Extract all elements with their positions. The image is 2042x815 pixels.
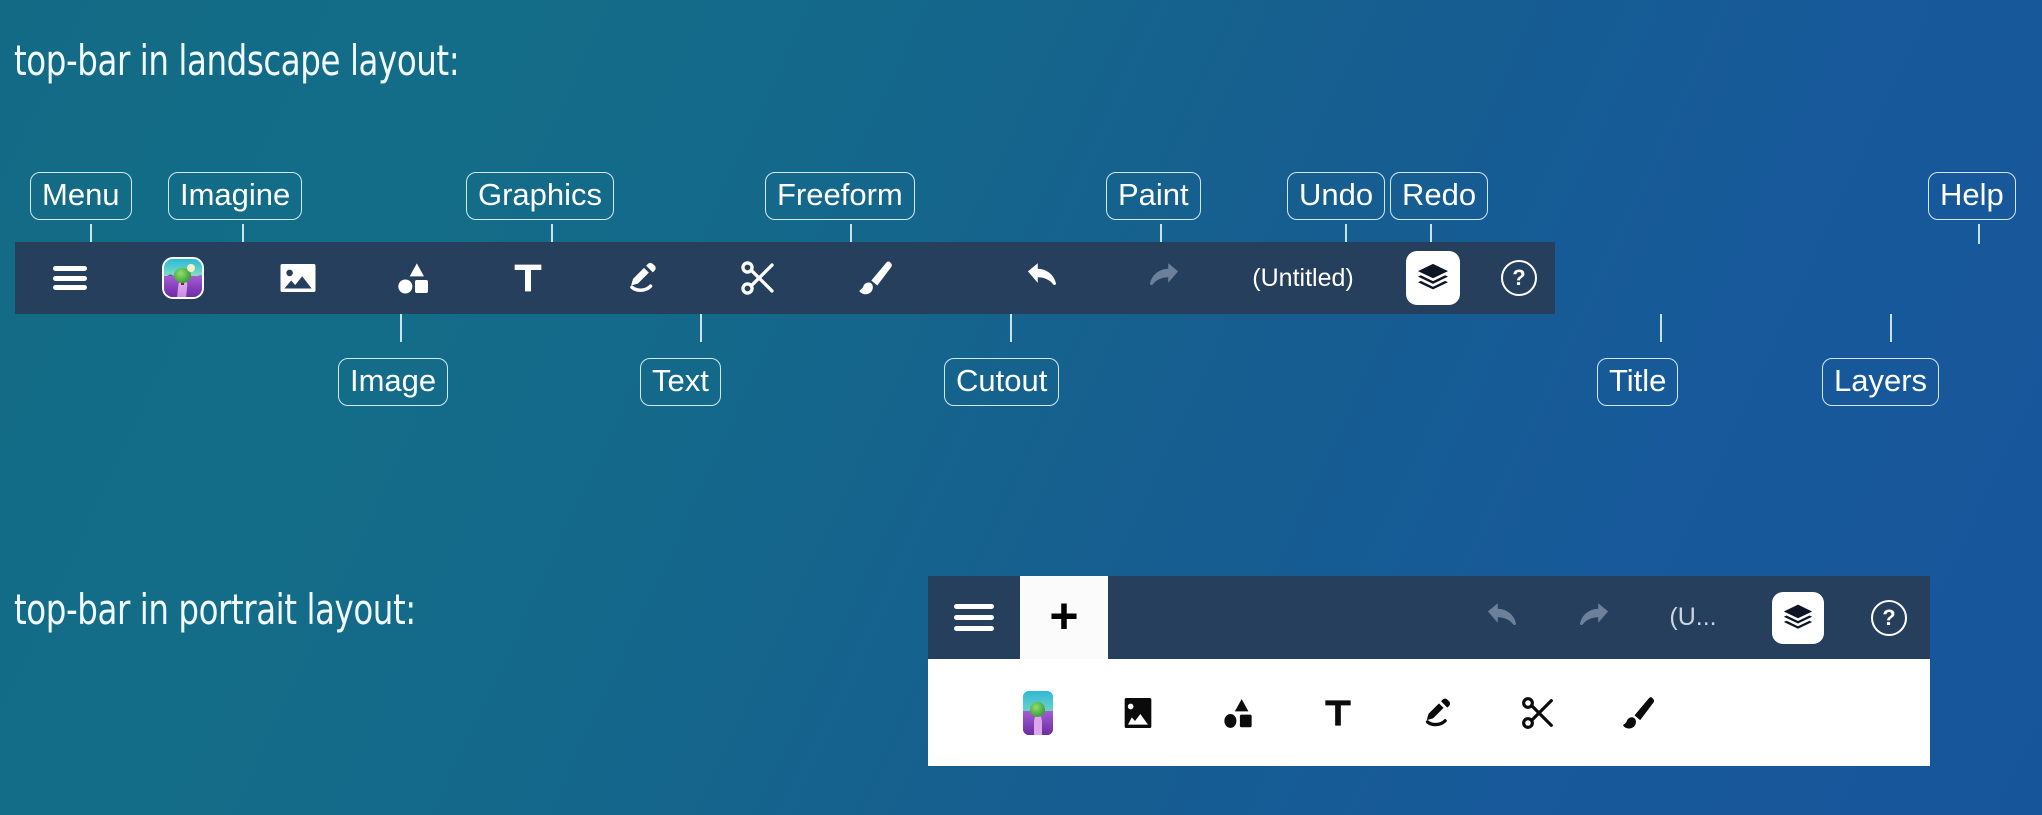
portrait-text-button[interactable] [1288,694,1388,732]
imagine-button[interactable] [125,242,240,314]
portrait-redo-button[interactable] [1548,597,1638,639]
callout-help: Help [1928,172,2016,220]
callout-paint: Paint [1106,172,1201,220]
document-title: (Untitled) [1252,263,1354,292]
layers-stack-icon [1783,604,1813,629]
text-tool-icon [514,264,541,292]
pen-freeform-icon [1425,698,1451,726]
landscape-top-bar: (Untitled) ? [15,242,1555,314]
scissors-cutout-icon [740,261,774,295]
leader-text [700,314,702,342]
redo-button[interactable] [1103,242,1223,314]
help-question-icon: ? [1501,260,1538,296]
undo-arrow-icon [1027,263,1056,286]
leader-layers [1890,314,1892,342]
leader-title [1660,314,1662,342]
portrait-undo-button[interactable] [1458,597,1548,639]
landscape-section-heading: top-bar in landscape layout: [14,36,460,85]
leader-imagine [242,224,244,244]
hamburger-menu-icon [954,604,994,631]
leader-menu [90,224,92,244]
imagine-thumbnail-icon [161,257,204,299]
paint-button[interactable] [815,242,935,314]
document-title-area: (Untitled) [1252,242,1353,314]
portrait-menu-button[interactable] [928,576,1020,659]
callout-title: Title [1597,358,1679,406]
freeform-button[interactable] [585,242,700,314]
layers-button[interactable] [1383,242,1483,314]
callout-text: Text [640,358,721,406]
leader-freeform [850,224,852,244]
help-question-mark: ? [1882,604,1896,630]
callout-redo: Redo [1390,172,1489,220]
hamburger-menu-icon [53,266,87,290]
callout-graphics: Graphics [466,172,615,220]
shapes-graphics-icon [397,263,428,294]
text-tool-icon [1325,699,1351,726]
shapes-graphics-icon [1224,698,1252,728]
layers-stack-icon [1418,263,1449,290]
leader-graphics [551,224,553,244]
plus-add-icon: + [1049,587,1079,644]
portrait-layers-button[interactable] [1748,591,1848,644]
portrait-freeform-button[interactable] [1388,694,1488,732]
graphics-button[interactable] [355,242,470,314]
portrait-top-row: + (U... ? [928,576,1930,659]
callout-freeform: Freeform [765,172,915,220]
text-button[interactable] [470,242,585,314]
help-question-mark: ? [1512,265,1526,290]
image-button[interactable] [240,242,355,314]
callout-layers: Layers [1822,358,1940,406]
paint-brush-icon [859,261,892,295]
scissors-cutout-icon [1522,696,1553,729]
leader-redo [1430,224,1432,244]
callout-imagine: Imagine [168,172,303,220]
callout-image: Image [338,358,449,406]
portrait-add-button[interactable]: + [1020,576,1108,659]
paint-brush-icon [1623,696,1655,728]
portrait-paint-button[interactable] [1588,693,1688,733]
menu-button[interactable] [15,242,125,314]
redo-arrow-icon [1150,263,1179,286]
portrait-title-area: (U... [1638,603,1748,632]
redo-arrow-icon [1580,602,1609,625]
help-button[interactable]: ? [1483,242,1555,314]
portrait-graphics-button[interactable] [1188,694,1288,732]
image-picture-icon [280,264,315,292]
portrait-cutout-button[interactable] [1488,693,1588,733]
leader-image [400,314,402,342]
portrait-imagine-button[interactable] [988,690,1088,735]
image-picture-icon [1124,697,1152,728]
portrait-help-button[interactable]: ? [1848,599,1930,636]
cutout-button[interactable] [700,242,815,314]
undo-button[interactable] [983,242,1103,314]
portrait-section-heading: top-bar in portrait layout: [14,585,416,634]
help-question-icon: ? [1871,599,1907,636]
leader-undo [1345,224,1347,244]
imagine-thumbnail-icon [1023,690,1053,735]
leader-help [1978,224,1980,244]
undo-arrow-icon [1487,602,1516,625]
callout-undo: Undo [1287,172,1386,220]
pen-freeform-icon [629,262,656,292]
portrait-tool-row [928,659,1930,766]
callout-cutout: Cutout [944,358,1060,406]
callout-menu: Menu [30,172,132,220]
leader-cutout [1010,314,1012,342]
portrait-image-button[interactable] [1088,693,1188,733]
portrait-document-title: (U... [1669,603,1717,631]
leader-paint [1160,224,1162,244]
portrait-top-bar: + (U... ? [928,576,1930,766]
